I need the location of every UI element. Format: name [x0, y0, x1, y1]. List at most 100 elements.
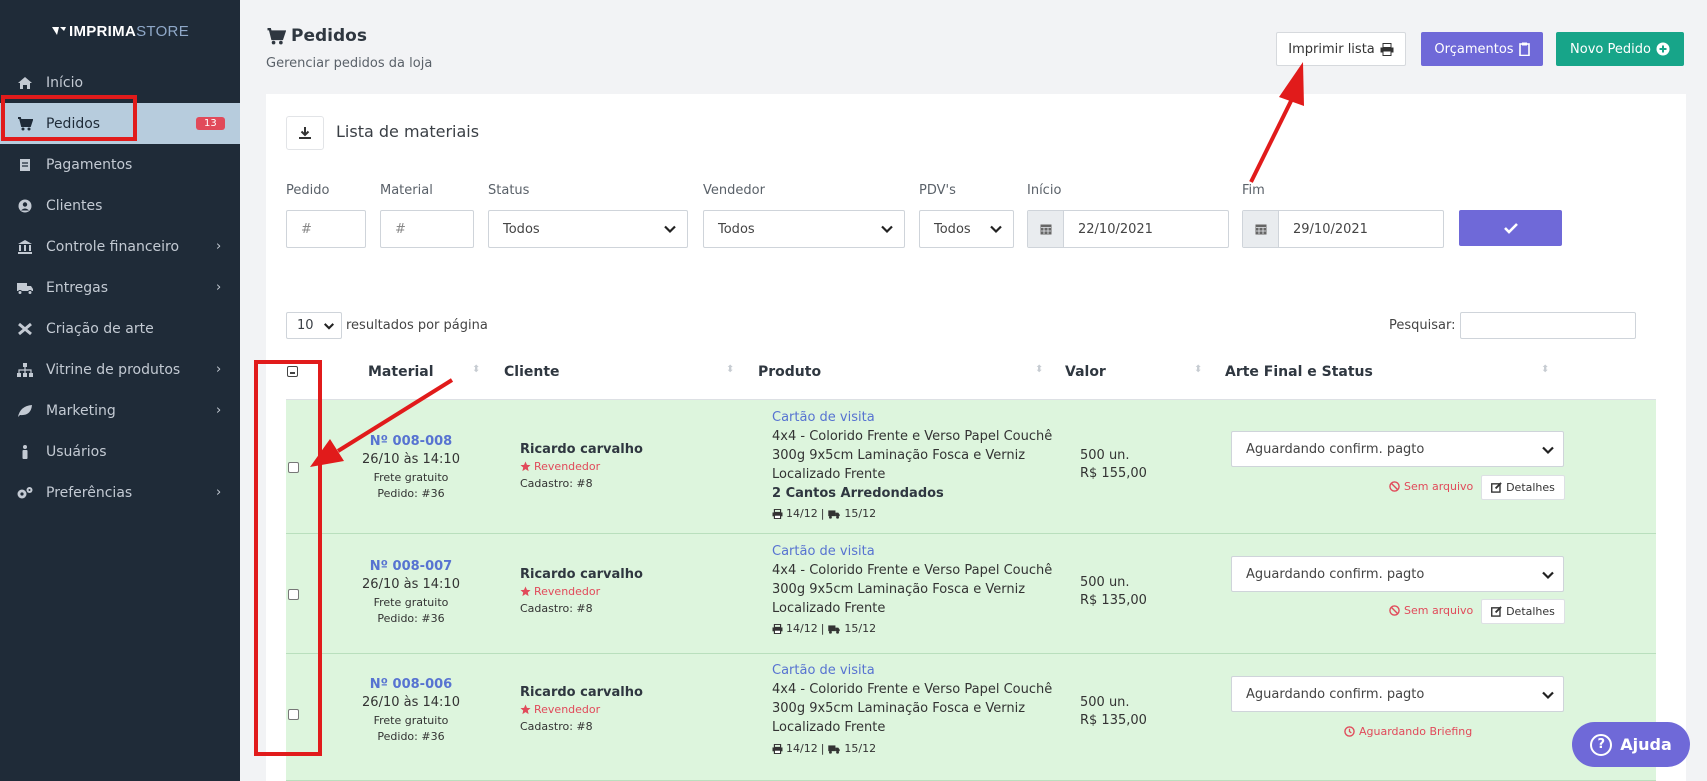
user-circle-icon — [16, 198, 34, 214]
column-header-arte-final[interactable]: Arte Final e Status — [1225, 364, 1373, 380]
material-date: 26/10 às 14:10 — [362, 577, 460, 592]
sidebar-item-controle-financeiro[interactable]: Controle financeiro › — [0, 226, 240, 267]
details-label: Detalhes — [1506, 605, 1555, 618]
select-all-checkbox[interactable] — [287, 366, 298, 377]
details-button[interactable]: Detalhes — [1481, 599, 1565, 624]
inicio-date-input[interactable]: 22/10/2021 — [1027, 210, 1229, 248]
sort-icon[interactable]: ⬍ — [1194, 364, 1202, 375]
sidebar-item-label: Vitrine de produtos — [46, 361, 181, 378]
value-qty: 500 un. — [1080, 448, 1130, 463]
sidebar-item-criacao-de-arte[interactable]: Criação de arte — [0, 308, 240, 349]
ship-date: 15/12 — [844, 507, 877, 520]
pdv-filter-label: PDV's — [919, 183, 956, 198]
question-icon: ? — [1590, 733, 1613, 756]
material-frete: Frete gratuito — [373, 471, 449, 484]
value-price: R$ 155,00 — [1080, 466, 1147, 481]
sidebar-item-vitrine-de-produtos[interactable]: Vitrine de produtos › — [0, 349, 240, 390]
logo[interactable]: IMPRIMA STORE — [0, 0, 240, 62]
cart-icon — [267, 27, 286, 44]
page-title-text: Pedidos — [291, 26, 367, 46]
product-dates: 14/12 | 15/12 — [772, 742, 876, 755]
material-number-link[interactable]: Nº 008-006 — [356, 677, 466, 692]
sidebar-item-preferencias[interactable]: Preferências › — [0, 472, 240, 513]
pedido-filter-input[interactable]: # — [286, 210, 366, 248]
sidebar-item-label: Usuários — [46, 443, 107, 460]
clipboard-icon — [1518, 42, 1530, 56]
table-header: Material ⬍ Cliente ⬍ Produto ⬍ Valor ⬍ A… — [286, 342, 1656, 400]
sidebar-item-clientes[interactable]: Clientes — [0, 185, 240, 226]
download-button[interactable] — [286, 116, 324, 150]
chevron-down-icon — [1542, 446, 1554, 455]
client-name: Ricardo carvalho — [520, 567, 643, 582]
sidebar-item-inicio[interactable]: Início — [0, 62, 240, 103]
material-number-link[interactable]: Nº 008-007 — [356, 559, 466, 574]
column-header-produto[interactable]: Produto — [758, 364, 821, 380]
pdv-filter-select[interactable]: Todos — [919, 210, 1014, 248]
column-header-valor[interactable]: Valor — [1065, 364, 1106, 380]
row-checkbox[interactable] — [288, 589, 299, 600]
table-row: Nº 008-007 26/10 às 14:10 Frete gratuito… — [286, 534, 1656, 654]
product-dates: 14/12 | 15/12 — [772, 622, 876, 635]
sort-icon[interactable]: ⬍ — [1541, 364, 1549, 375]
column-header-material[interactable]: Material — [368, 364, 434, 380]
row-checkbox[interactable] — [288, 462, 299, 473]
leaf-icon — [16, 403, 34, 419]
orders-count-badge: 13 — [196, 117, 225, 130]
material-pedido: Pedido: #36 — [377, 730, 445, 743]
product-type-link[interactable]: Cartão de visita — [772, 410, 875, 425]
cogs-icon — [16, 485, 34, 501]
chevron-right-icon: › — [216, 485, 222, 500]
sidebar-item-pedidos[interactable]: Pedidos 13 — [0, 103, 240, 144]
search-label: Pesquisar: — [1389, 318, 1456, 333]
status-filter-select[interactable]: Todos — [488, 210, 688, 248]
material-filter-input[interactable]: # — [380, 210, 474, 248]
client-cadastro: Cadastro: #8 — [520, 720, 593, 733]
status-filter-label: Status — [488, 183, 530, 198]
truck-icon — [828, 509, 841, 519]
product-type-link[interactable]: Cartão de visita — [772, 663, 875, 678]
sidebar-item-usuarios[interactable]: Usuários — [0, 431, 240, 472]
value-price: R$ 135,00 — [1080, 713, 1147, 728]
chevron-right-icon: › — [216, 403, 222, 418]
pedido-filter-label: Pedido — [286, 183, 330, 198]
fim-date-input[interactable]: 29/10/2021 — [1242, 210, 1444, 248]
cart-icon — [16, 116, 34, 132]
person-icon — [16, 444, 34, 460]
sort-icon[interactable]: ⬍ — [472, 364, 480, 375]
sort-icon[interactable]: ⬍ — [726, 364, 734, 375]
product-type-link[interactable]: Cartão de visita — [772, 544, 875, 559]
new-order-button[interactable]: Novo Pedido — [1556, 32, 1684, 66]
star-icon — [520, 704, 531, 715]
new-order-label: Novo Pedido — [1570, 41, 1651, 57]
table-row: Nº 008-008 26/10 às 14:10 Frete gratuito… — [286, 400, 1656, 534]
material-number-link[interactable]: Nº 008-008 — [356, 434, 466, 449]
orcamentos-button[interactable]: Orçamentos — [1421, 32, 1543, 66]
client-role-text: Revendedor — [534, 460, 601, 473]
row-checkbox[interactable] — [288, 709, 299, 720]
print-list-button[interactable]: Imprimir lista — [1276, 32, 1406, 66]
ship-date: 15/12 — [844, 622, 877, 635]
plus-circle-icon — [1656, 42, 1670, 56]
download-icon — [299, 127, 311, 139]
column-header-cliente[interactable]: Cliente — [504, 364, 560, 380]
apply-filter-button[interactable] — [1459, 210, 1562, 246]
chevron-right-icon: › — [216, 362, 222, 377]
details-button[interactable]: Detalhes — [1481, 475, 1565, 500]
ship-date: 15/12 — [844, 742, 877, 755]
search-input[interactable] — [1460, 312, 1636, 339]
per-page-text: resultados por página — [346, 318, 488, 333]
product-line: Localizado Frente — [772, 467, 886, 482]
sidebar-item-entregas[interactable]: Entregas › — [0, 267, 240, 308]
sidebar-item-label: Criação de arte — [46, 320, 154, 337]
sidebar-item-pagamentos[interactable]: Pagamentos — [0, 144, 240, 185]
vendedor-filter-select[interactable]: Todos — [703, 210, 905, 248]
sort-icon[interactable]: ⬍ — [1035, 364, 1043, 375]
status-select[interactable]: Aguardando confirm. pagto — [1231, 431, 1564, 467]
sidebar-item-marketing[interactable]: Marketing › — [0, 390, 240, 431]
help-button[interactable]: ? Ajuda — [1572, 722, 1690, 767]
client-role: Revendedor — [520, 585, 600, 598]
status-select[interactable]: Aguardando confirm. pagto — [1231, 556, 1564, 592]
per-page-select[interactable]: 10 — [286, 312, 342, 339]
status-select[interactable]: Aguardando confirm. pagto — [1231, 676, 1564, 712]
home-icon — [16, 75, 34, 91]
